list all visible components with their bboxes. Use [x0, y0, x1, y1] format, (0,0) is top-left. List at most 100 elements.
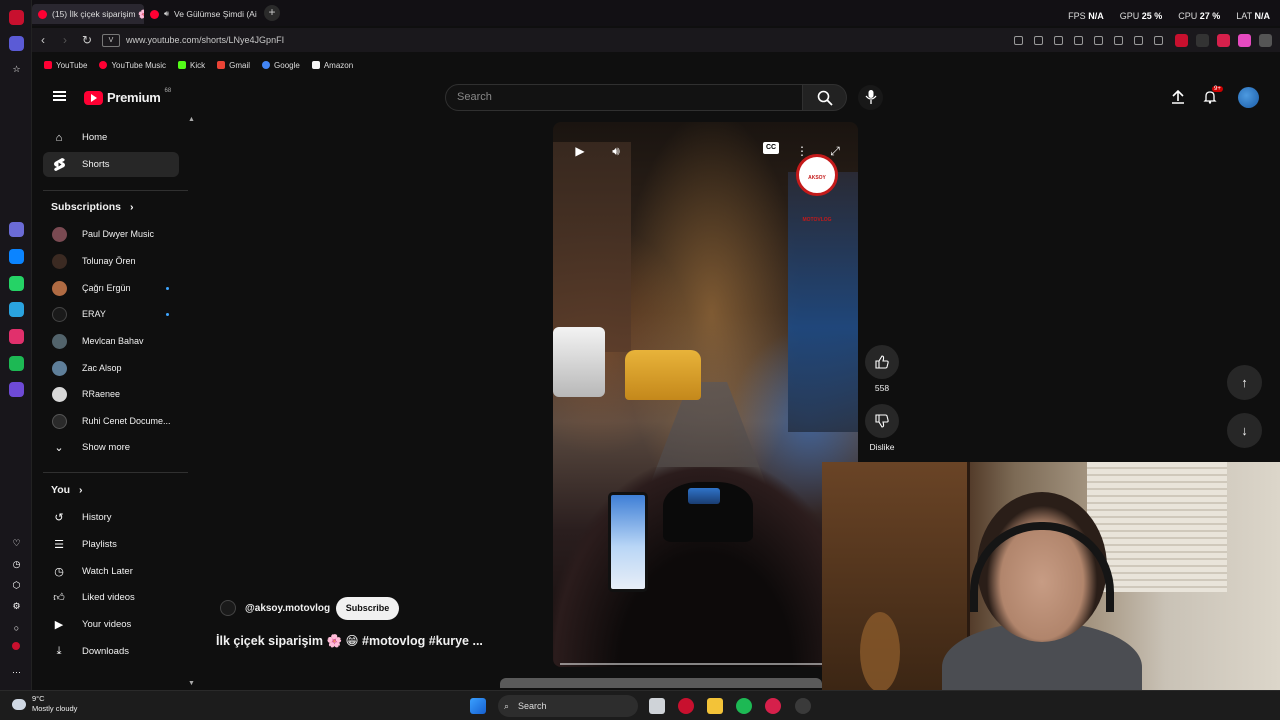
forward-icon[interactable]: ›: [54, 33, 76, 47]
bookmark-amazon[interactable]: Amazon: [311, 61, 353, 70]
scroll-down-arrow-icon[interactable]: ▼: [188, 680, 195, 687]
star-icon[interactable]: ☆: [9, 62, 24, 77]
record-icon[interactable]: [12, 642, 20, 650]
reload-icon[interactable]: ↻: [76, 33, 98, 47]
amazon-icon: [311, 61, 320, 69]
account-avatar[interactable]: [1238, 87, 1259, 108]
short-video-player[interactable]: ▶ 🔊︎ CC ⋮ ⤢ AKSOY MOTOVLOG: [553, 122, 858, 667]
extension-icon[interactable]: [1238, 33, 1251, 47]
tab-music[interactable]: 🔊︎ Ve Gülümse Şimdi (Ai: [144, 4, 260, 24]
sidebar-item-liked-videos[interactable]: 👍︎ Liked videos: [43, 585, 179, 610]
history-clock-icon[interactable]: ◷: [9, 557, 24, 572]
subscription-item[interactable]: RRaenee: [43, 382, 179, 406]
weather-widget[interactable]: 9°C Mostly cloudy: [12, 694, 77, 714]
sidebar-item-watch-later[interactable]: ◷ Watch Later: [43, 559, 179, 584]
short-title[interactable]: İlk çiçek siparişim 🌸 😁 #motovlog #kurye…: [216, 633, 483, 649]
opera-gx-icon[interactable]: [678, 698, 694, 714]
scroll-up-arrow-icon[interactable]: ▲: [188, 116, 195, 123]
subscription-item[interactable]: Zac Alsop: [43, 356, 179, 380]
subscription-item[interactable]: Ruhi Cenet Docume...: [43, 409, 179, 433]
sidebar-item-shorts[interactable]: Shorts: [43, 152, 179, 177]
volume-icon[interactable]: 🔊︎: [607, 142, 625, 160]
camera-icon[interactable]: [1034, 35, 1043, 45]
tab-youtube-short[interactable]: (15) İlk çiçek siparişim 🌸 S: [32, 4, 144, 24]
subscription-item[interactable]: Mevlcan Bahav: [43, 329, 179, 353]
next-short-button[interactable]: ↓: [1227, 413, 1262, 448]
opera-icon[interactable]: [9, 10, 24, 25]
you-heading[interactable]: You ›: [51, 484, 82, 496]
messenger-icon[interactable]: [9, 249, 24, 264]
back-icon[interactable]: ‹: [32, 33, 54, 47]
menu-icon[interactable]: [53, 91, 66, 101]
task-view-icon[interactable]: [649, 698, 665, 714]
new-tab-button[interactable]: +: [264, 5, 280, 21]
sidebar-item-downloads[interactable]: ⤓ Downloads: [43, 639, 179, 664]
windows-start-icon[interactable]: [470, 698, 486, 714]
subscription-item[interactable]: Paul Dwyer Music: [43, 222, 179, 246]
shield-icon[interactable]: [1054, 35, 1063, 45]
more-icon[interactable]: ···: [9, 664, 24, 679]
bookmark-youtube-music[interactable]: YouTube Music: [99, 61, 166, 70]
channel-handle[interactable]: @aksoy.motovlog: [245, 603, 330, 614]
bookmark-gmail[interactable]: Gmail: [217, 61, 250, 70]
dislike-button[interactable]: [865, 404, 899, 438]
subscription-item[interactable]: ERAY: [43, 302, 179, 326]
menu-icon[interactable]: [1134, 35, 1143, 45]
player-icon[interactable]: [9, 382, 24, 397]
heart-icon[interactable]: ♡: [9, 536, 24, 551]
download-icon[interactable]: [1114, 35, 1123, 45]
extension-icon[interactable]: [1196, 33, 1209, 47]
profile-icon[interactable]: [1154, 35, 1163, 45]
extension-icon[interactable]: [1217, 33, 1230, 47]
play-icon[interactable]: [1074, 35, 1083, 45]
voice-search-button[interactable]: [858, 85, 883, 110]
play-button[interactable]: ▶: [571, 142, 589, 160]
lightbulb-icon[interactable]: ○: [9, 620, 24, 635]
subscription-item[interactable]: Tolunay Ören: [43, 249, 179, 273]
settings-icon[interactable]: ⚙: [9, 599, 24, 614]
next-short-preview[interactable]: [500, 678, 822, 688]
create-upload-icon[interactable]: [1171, 90, 1185, 104]
search-input[interactable]: Search: [445, 84, 803, 111]
channel-avatar[interactable]: [220, 600, 236, 616]
edit-icon[interactable]: [1014, 35, 1023, 45]
notifications-bell-icon[interactable]: [1203, 90, 1217, 104]
channel-avatar: [52, 333, 67, 349]
subscribe-button[interactable]: Subscribe: [336, 597, 399, 620]
whatsapp-icon[interactable]: [9, 276, 24, 291]
sidebar-item-playlists[interactable]: ☰ Playlists: [43, 532, 179, 557]
like-button[interactable]: [865, 345, 899, 379]
sidebar-item-your-videos[interactable]: ▶ Your videos: [43, 612, 179, 637]
bookmark-youtube[interactable]: YouTube: [44, 61, 87, 70]
file-explorer-icon[interactable]: [707, 698, 723, 714]
youtube-premium-logo[interactable]: Premium 68: [84, 88, 171, 105]
subscription-item[interactable]: Çağrı Ergün: [43, 276, 179, 300]
previous-short-button[interactable]: ↑: [1227, 365, 1262, 400]
video-progress-bar[interactable]: [560, 663, 822, 665]
channel-avatar: [52, 360, 67, 376]
heart-icon[interactable]: [1094, 35, 1103, 45]
captions-button[interactable]: CC: [763, 142, 779, 154]
speaker-icon[interactable]: 🔊︎: [164, 9, 169, 19]
sidebar-item-history[interactable]: ↺ History: [43, 505, 179, 530]
instagram-icon[interactable]: [9, 329, 24, 344]
spotify-icon[interactable]: [736, 698, 752, 714]
sidebar-item-home[interactable]: ⌂ Home: [43, 125, 179, 150]
extensions-puzzle-icon[interactable]: [1259, 33, 1272, 47]
telegram-icon[interactable]: [9, 302, 24, 317]
extension-icon[interactable]: [1175, 33, 1188, 47]
spotify-icon[interactable]: [9, 356, 24, 371]
workspace-icon[interactable]: [9, 36, 24, 51]
site-info-badge[interactable]: V: [102, 33, 120, 47]
bookmark-google[interactable]: Google: [262, 61, 300, 70]
show-more-button[interactable]: ⌄ Show more: [43, 435, 179, 460]
opera-icon[interactable]: [765, 698, 781, 714]
subscriptions-heading[interactable]: Subscriptions ›: [51, 201, 133, 213]
bookmark-kick[interactable]: Kick: [178, 61, 205, 70]
taskbar-search[interactable]: ⌕ Search: [498, 695, 638, 717]
settings-gear-icon[interactable]: [795, 698, 811, 714]
cube-icon[interactable]: ⬡: [9, 578, 24, 593]
aria-icon[interactable]: [9, 222, 24, 237]
url-field[interactable]: www.youtube.com/shorts/LNye4JGpnFI: [126, 35, 1014, 45]
search-button[interactable]: [803, 84, 847, 111]
